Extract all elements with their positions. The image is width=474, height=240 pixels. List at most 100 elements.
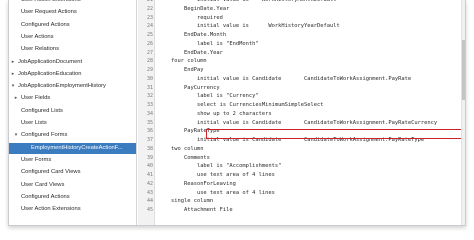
tree-item[interactable]: User Relations xyxy=(9,44,136,55)
code-text: four column xyxy=(158,58,207,65)
tree-item[interactable]: User Card Views xyxy=(9,180,136,191)
code-text: EndDate.Year xyxy=(158,49,223,56)
tree-item-selected[interactable]: EmploymentHistoryCreateActionF... xyxy=(9,142,136,154)
code-line[interactable]: 43 use text area of 4 lines xyxy=(138,189,465,198)
line-number: 25 xyxy=(146,32,153,38)
line-number: 33 xyxy=(146,102,153,108)
scrollbar-thumb[interactable] xyxy=(462,40,465,100)
tree-item-label: User Action Extensions xyxy=(21,0,81,3)
line-number: 45 xyxy=(146,207,153,213)
tree-item-label: User Fields xyxy=(21,95,51,102)
line-number: 44 xyxy=(146,198,153,205)
tree-item[interactable]: ▾ JobApplicationEmploymentHistory xyxy=(9,81,136,92)
tree-item[interactable]: User Actions xyxy=(9,32,136,43)
code-line[interactable]: 33 select is CurrenciesMinimumSimpleSele… xyxy=(138,101,465,110)
tree-item-label: EmploymentHistoryCreateActionF... xyxy=(31,144,123,151)
line-number: 27 xyxy=(146,49,153,56)
code-line[interactable]: 31 PayCurrency xyxy=(138,84,465,93)
code-line[interactable]: 32 label is "Currency" xyxy=(138,92,465,101)
code-text: Comments xyxy=(158,154,210,161)
code-line[interactable]: 24 initial value is WorkHistoryYearDefau… xyxy=(138,22,465,31)
line-number: 42 xyxy=(146,180,153,187)
tree-item[interactable]: Configured Actions xyxy=(9,192,136,203)
code-text: single column xyxy=(158,198,214,205)
code-line[interactable]: 44 single column xyxy=(138,197,465,206)
expanded-arrow-icon[interactable]: ▾ xyxy=(10,81,16,92)
code-line[interactable]: 27 EndDate.Year xyxy=(138,49,465,58)
code-line[interactable]: 30 initial value is Candidate CandidateT… xyxy=(138,75,465,84)
tree-item-label: User Forms xyxy=(21,156,52,163)
vertical-scrollbar[interactable] xyxy=(461,0,465,225)
line-number: 34 xyxy=(146,110,153,117)
code-line[interactable]: 34 show up to 2 characters xyxy=(138,110,465,119)
tree-item[interactable]: User Forms xyxy=(9,155,136,166)
code-text: PayCurrency xyxy=(158,84,220,91)
highlighted-line-box xyxy=(206,129,464,139)
code-line[interactable]: 39 Comments xyxy=(138,154,465,163)
code-text: show up to 2 characters xyxy=(158,110,272,117)
code-text: use text area of 4 lines xyxy=(158,189,275,196)
code-text: use text area of 4 lines xyxy=(158,172,275,178)
line-number: 38 xyxy=(146,145,153,152)
tree-item[interactable]: ▸ JobApplicationEducation xyxy=(9,69,136,80)
navigation-tree: User Action Extensions User Request Actio… xyxy=(9,0,137,225)
tree-item[interactable]: Configured Card Views xyxy=(9,167,136,178)
tree-item[interactable]: ▸ User Fields xyxy=(9,93,136,104)
tree-item[interactable]: User Action Extensions xyxy=(9,0,136,6)
tree-item[interactable]: Configured Lists xyxy=(9,106,136,117)
tree-item[interactable]: ▾ Configured Forms xyxy=(9,130,136,141)
line-number: 41 xyxy=(146,172,153,178)
code-line[interactable]: 45 Attachment File xyxy=(138,206,465,215)
collapsed-arrow-icon[interactable]: ▸ xyxy=(10,57,16,68)
tree-item-label: User Lists xyxy=(21,120,47,126)
line-number: 35 xyxy=(146,119,153,126)
code-line[interactable]: 26 label is "EndMonth" xyxy=(138,40,465,49)
code-line[interactable]: 29 EndPay xyxy=(138,66,465,75)
line-number: 31 xyxy=(146,84,153,91)
tree-item-label: JobApplicationDocument xyxy=(18,58,83,65)
code-line[interactable]: 22 BeginDate.Year xyxy=(138,5,465,14)
code-line[interactable]: 42 ReasonForLeaving xyxy=(138,180,465,189)
code-line[interactable]: 41 use text area of 4 lines xyxy=(138,171,465,180)
collapsed-arrow-icon[interactable]: ▸ xyxy=(10,69,16,80)
code-text: initial value is Candidate CandidateToWo… xyxy=(158,119,438,126)
tree-item-label: User Action Extensions xyxy=(21,206,81,213)
line-number: 37 xyxy=(146,137,153,143)
tree-item-label: Configured Card Views xyxy=(21,169,81,176)
line-number: 24 xyxy=(146,23,153,30)
code-text: Attachment File xyxy=(158,207,233,213)
collapsed-arrow-icon[interactable]: ▸ xyxy=(13,93,19,104)
code-text: label is "Currency" xyxy=(158,93,259,100)
code-text: initial value is WorkHistoryYearDefault xyxy=(158,23,340,30)
line-number: 40 xyxy=(146,163,153,170)
code-editor[interactable]: 21 initial value is WorkHistoryMonthDefa… xyxy=(138,0,465,225)
tree-item-label: Configured Lists xyxy=(21,107,63,114)
tree-item-label: User Actions xyxy=(21,33,54,40)
tree-item[interactable]: User Lists xyxy=(9,118,136,129)
tree-item[interactable]: Configured Actions xyxy=(9,20,136,31)
code-line[interactable]: 25 EndDate.Month xyxy=(138,31,465,40)
line-number: 43 xyxy=(146,189,153,196)
code-line[interactable]: 38 two column xyxy=(138,145,465,154)
code-text: ReasonForLeaving xyxy=(158,180,236,187)
code-line[interactable]: 23 required xyxy=(138,14,465,23)
code-line[interactable]: 40 label is "Accomplishments" xyxy=(138,162,465,171)
code-text: EndDate.Month xyxy=(158,32,227,38)
app-window: User Action Extensions User Request Actio… xyxy=(8,0,466,226)
expanded-arrow-icon[interactable]: ▾ xyxy=(13,130,19,141)
code-line-highlighted[interactable]: 35 initial value is Candidate CandidateT… xyxy=(138,119,465,128)
line-number: 28 xyxy=(146,58,153,65)
code-line[interactable]: 28 four column xyxy=(138,57,465,66)
code-text: BeginDate.Year xyxy=(158,5,230,12)
tree-item-label: Configured Forms xyxy=(21,132,68,139)
tree-item[interactable]: User Action Extensions xyxy=(9,204,136,215)
code-text: required xyxy=(158,14,223,21)
line-number: 23 xyxy=(146,14,153,21)
code-text: EndPay xyxy=(158,67,204,73)
tree-item-label: JobApplicationEmploymentHistory xyxy=(18,83,106,90)
tree-item[interactable]: ▸ JobApplicationDocument xyxy=(9,57,136,68)
tree-item-label: User Card Views xyxy=(21,181,65,188)
code-text: initial value is Candidate CandidateToWo… xyxy=(158,75,412,82)
tree-item-label: User Request Actions xyxy=(21,9,77,16)
tree-item[interactable]: User Request Actions xyxy=(9,7,136,18)
